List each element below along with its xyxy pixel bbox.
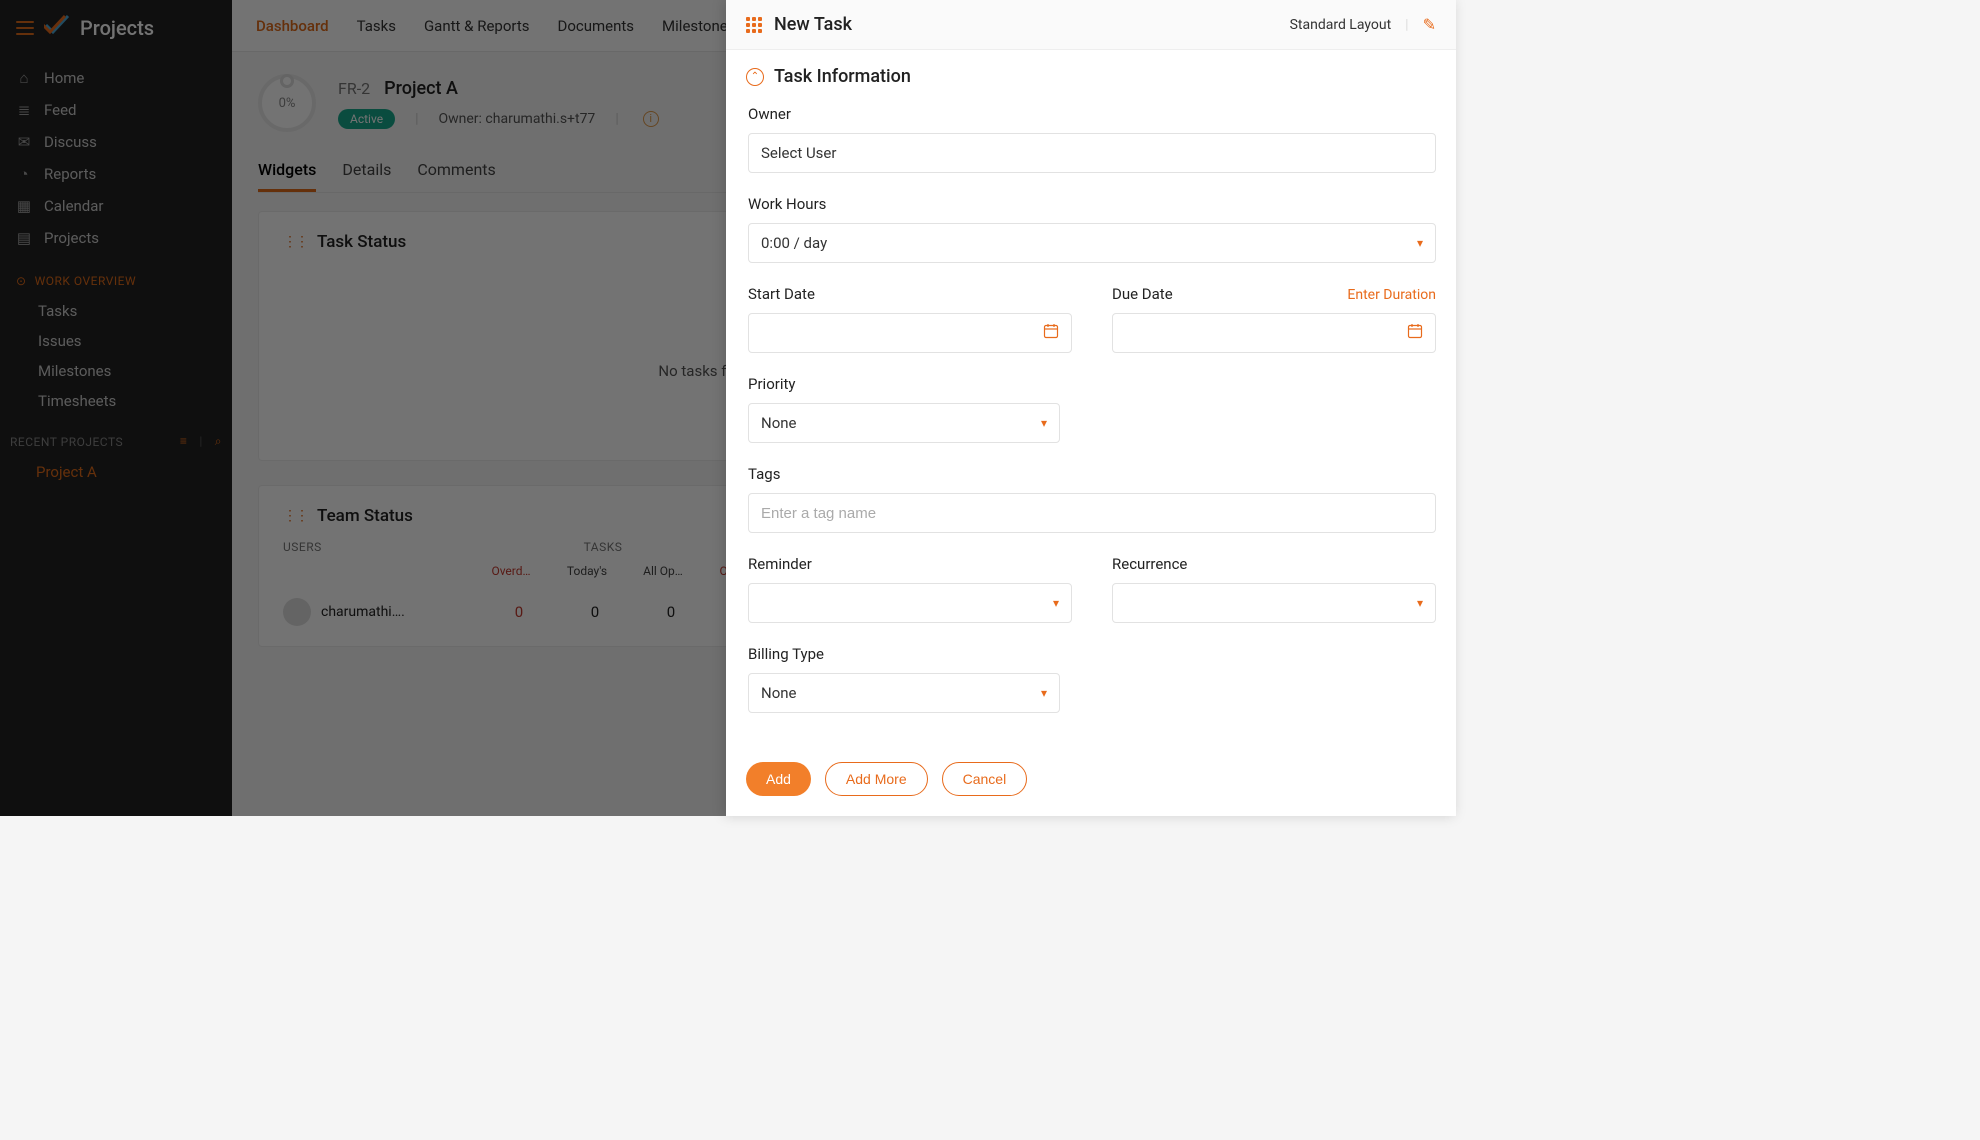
due-date-field[interactable] (1125, 314, 1407, 352)
panel-header: New Task Standard Layout | ✎ (726, 0, 1456, 50)
tags-label: Tags (748, 465, 780, 483)
priority-label: Priority (748, 375, 795, 393)
layout-label[interactable]: Standard Layout (1290, 17, 1392, 33)
recurrence-select[interactable]: ▾ (1112, 583, 1436, 623)
calendar-icon[interactable] (1407, 323, 1423, 343)
work-hours-select[interactable]: 0:00 / day ▾ (748, 223, 1436, 263)
chevron-down-icon: ▾ (1053, 596, 1059, 610)
tags-input[interactable] (761, 494, 1423, 532)
reminder-select[interactable]: ▾ (748, 583, 1072, 623)
start-date-label: Start Date (748, 285, 815, 303)
chevron-down-icon: ▾ (1417, 236, 1423, 250)
billing-type-select[interactable]: None ▾ (748, 673, 1060, 713)
add-more-button[interactable]: Add More (825, 762, 928, 796)
recurrence-label: Recurrence (1112, 555, 1187, 573)
owner-label: Owner (748, 105, 791, 123)
section-title: Task Information (774, 66, 911, 87)
tags-input-wrap[interactable] (748, 493, 1436, 533)
reminder-label: Reminder (748, 555, 812, 573)
chevron-down-icon: ▾ (1041, 686, 1047, 700)
billing-type-value: None (761, 684, 797, 702)
billing-type-label: Billing Type (748, 645, 824, 663)
edit-icon[interactable]: ✎ (1423, 15, 1436, 34)
priority-value: None (761, 414, 797, 432)
collapse-section-button[interactable]: ⌃ (746, 68, 764, 86)
enter-duration-link[interactable]: Enter Duration (1347, 287, 1436, 303)
panel-title: New Task (774, 14, 852, 35)
apps-icon[interactable] (746, 17, 762, 33)
start-date-input[interactable] (748, 313, 1072, 353)
owner-value: Select User (761, 144, 836, 162)
chevron-down-icon: ▾ (1417, 596, 1423, 610)
start-date-field[interactable] (761, 314, 1043, 352)
chevron-down-icon: ▾ (1041, 416, 1047, 430)
add-button[interactable]: Add (746, 762, 811, 796)
due-date-label: Due Date (1112, 285, 1173, 303)
priority-select[interactable]: None ▾ (748, 403, 1060, 443)
panel-footer: Add Add More Cancel (726, 748, 1456, 816)
due-date-input[interactable] (1112, 313, 1436, 353)
new-task-panel: New Task Standard Layout | ✎ ⌃ Task Info… (726, 0, 1456, 816)
work-hours-value: 0:00 / day (761, 234, 827, 252)
cancel-button[interactable]: Cancel (942, 762, 1028, 796)
owner-select[interactable]: Select User (748, 133, 1436, 173)
work-hours-label: Work Hours (748, 195, 826, 213)
calendar-icon[interactable] (1043, 323, 1059, 343)
